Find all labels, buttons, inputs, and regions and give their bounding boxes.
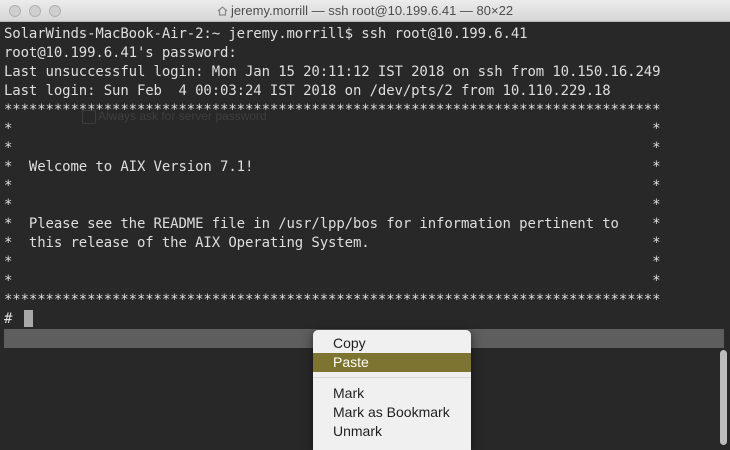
terminal-line: SolarWinds-MacBook-Air-2:~ jeremy.morril… — [4, 26, 528, 42]
terminal-line: * * — [4, 254, 661, 270]
terminal-line: Last login: Sun Feb 4 00:03:24 IST 2018 … — [4, 83, 611, 99]
context-menu: Copy Paste Mark Mark as Bookmark Unmark — [313, 330, 471, 450]
window-title: jeremy.morrill — ssh root@10.199.6.41 — … — [0, 3, 730, 18]
terminal-line: * * — [4, 197, 661, 213]
menu-item-unmark[interactable]: Unmark — [313, 422, 471, 441]
terminal-prompt: # — [4, 311, 21, 327]
terminal-line: * * — [4, 178, 661, 194]
menu-item-paste[interactable]: Paste — [313, 353, 471, 372]
terminal-line: * * — [4, 140, 661, 156]
terminal-line: * Please see the README file in /usr/lpp… — [4, 216, 661, 232]
menu-item-mark[interactable]: Mark — [313, 384, 471, 403]
terminal-line: * * — [4, 273, 661, 289]
terminal-line: root@10.199.6.41's password: — [4, 45, 237, 61]
window-titlebar[interactable]: jeremy.morrill — ssh root@10.199.6.41 — … — [0, 0, 730, 22]
menu-item-copy[interactable]: Copy — [313, 334, 471, 353]
terminal-line: * Welcome to AIX Version 7.1! * — [4, 159, 661, 175]
terminal-line: ****************************************… — [4, 102, 661, 118]
terminal-line: * this release of the AIX Operating Syst… — [4, 235, 661, 251]
terminal-line: * * — [4, 121, 661, 137]
window-title-text: jeremy.morrill — ssh root@10.199.6.41 — … — [230, 3, 514, 18]
menu-separator — [313, 377, 471, 378]
terminal-line: ****************************************… — [4, 292, 661, 308]
scrollbar-thumb[interactable] — [720, 350, 727, 445]
home-icon — [217, 6, 228, 16]
text-cursor — [24, 310, 33, 327]
terminal-line: Last unsuccessful login: Mon Jan 15 20:1… — [4, 64, 661, 80]
menu-item-mark-as-bookmark[interactable]: Mark as Bookmark — [313, 403, 471, 422]
